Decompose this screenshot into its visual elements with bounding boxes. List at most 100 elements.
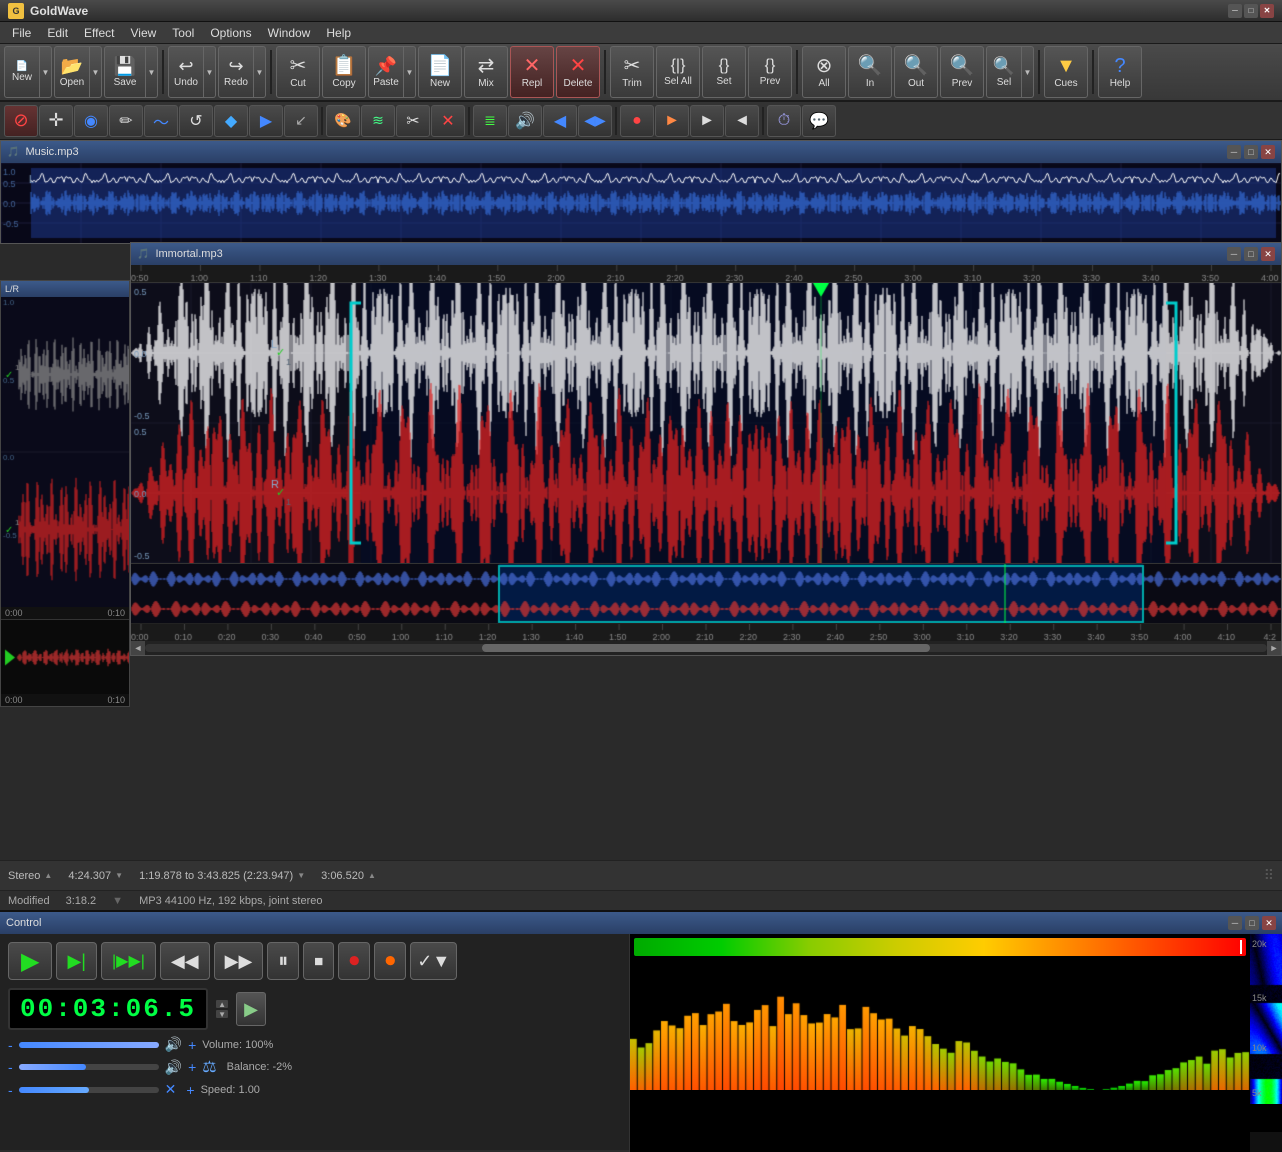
new-button[interactable]: 📄 New xyxy=(4,46,40,98)
control-close[interactable]: ✕ xyxy=(1262,916,1276,930)
sel-button[interactable]: 🔍 Sel xyxy=(986,46,1022,98)
vol-speaker[interactable]: 🔊 xyxy=(165,1036,182,1053)
vol-plus[interactable]: + xyxy=(188,1037,196,1053)
spd-minus[interactable]: - xyxy=(8,1082,13,1098)
prev2-button[interactable]: 🔍 Prev xyxy=(940,46,984,98)
open-arrow[interactable]: ▼ xyxy=(90,46,102,98)
globe-btn[interactable]: ◉ xyxy=(74,105,108,137)
pen-btn[interactable]: ✏ xyxy=(109,105,143,137)
undo-button[interactable]: ↩ Undo xyxy=(168,46,204,98)
channel-status[interactable]: Stereo ▲ xyxy=(8,870,52,882)
stop-button[interactable]: ⏹ xyxy=(303,942,334,980)
rewind-eff-btn[interactable]: ↙ xyxy=(284,105,318,137)
color-btn[interactable]: 🎨 xyxy=(326,105,360,137)
menu-effect[interactable]: Effect xyxy=(76,24,122,42)
menu-tool[interactable]: Tool xyxy=(164,24,202,42)
play-button[interactable]: ▶ xyxy=(8,942,52,980)
help-button[interactable]: ? Help xyxy=(1098,46,1142,98)
menu-edit[interactable]: Edit xyxy=(39,24,76,42)
comment-btn[interactable]: 💬 xyxy=(802,105,836,137)
selection-status[interactable]: 1:19.878 to 3:43.825 (2:23.947) ▼ xyxy=(139,870,305,882)
record-button[interactable]: ⏺ xyxy=(338,942,370,980)
punch-button[interactable]: ⏺ xyxy=(374,942,406,980)
arrow-right-btn[interactable]: ► xyxy=(690,105,724,137)
immortal-minimize[interactable]: ─ xyxy=(1227,247,1241,261)
tape-icon[interactable]: ▶ xyxy=(236,992,266,1026)
menu-file[interactable]: File xyxy=(4,24,39,42)
scroll-right[interactable]: ► xyxy=(1267,641,1281,655)
play-to-end-button[interactable]: |▶▶| xyxy=(101,942,156,980)
music-maximize[interactable]: □ xyxy=(1244,145,1258,159)
balance-slider[interactable] xyxy=(19,1064,159,1070)
spd-x[interactable]: ✕ xyxy=(165,1081,177,1098)
music-close[interactable]: ✕ xyxy=(1261,145,1275,159)
mark-button[interactable]: ✓▼ xyxy=(410,942,457,980)
new2-button[interactable]: 📄 New xyxy=(418,46,462,98)
prev-eff-btn[interactable]: ◀ xyxy=(543,105,577,137)
redo-arrow[interactable]: ▼ xyxy=(254,46,266,98)
time-down[interactable]: ▼ xyxy=(216,1010,228,1018)
wave-btn[interactable]: 〜 xyxy=(144,105,178,137)
delete-button[interactable]: ✕ Delete xyxy=(556,46,600,98)
speed-slider[interactable] xyxy=(19,1087,159,1093)
save-button[interactable]: 💾 Save xyxy=(104,46,146,98)
menu-window[interactable]: Window xyxy=(260,24,319,42)
music-minimize[interactable]: ─ xyxy=(1227,145,1241,159)
all-button[interactable]: ⊗ All xyxy=(802,46,846,98)
vol-minus[interactable]: - xyxy=(8,1037,13,1053)
clock-btn[interactable]: ⏱ xyxy=(767,105,801,137)
rewind-button[interactable]: ◀◀ xyxy=(160,942,210,980)
paste-button[interactable]: 📌 Paste xyxy=(368,46,404,98)
fast-forward-button[interactable]: ▶▶ xyxy=(214,942,264,980)
bal-minus[interactable]: - xyxy=(8,1059,13,1075)
cut-button[interactable]: ✂ Cut xyxy=(276,46,320,98)
duration-status[interactable]: 4:24.307 ▼ xyxy=(68,870,123,882)
spectrum-btn[interactable]: ≋ xyxy=(361,105,395,137)
red-circle-btn[interactable]: ● xyxy=(620,105,654,137)
play-loop-button[interactable]: ▶| xyxy=(56,942,97,980)
immortal-waveform[interactable] xyxy=(131,283,1281,563)
replace-button[interactable]: ✕ Repl xyxy=(510,46,554,98)
speaker-btn[interactable]: 🔊 xyxy=(508,105,542,137)
loop-btn[interactable]: ↺ xyxy=(179,105,213,137)
redo-button[interactable]: ↪ Redo xyxy=(218,46,254,98)
new-arrow[interactable]: ▼ xyxy=(40,46,52,98)
control-maximize[interactable]: □ xyxy=(1245,916,1259,930)
scroll-thumb[interactable] xyxy=(482,644,931,652)
immortal-maximize[interactable]: □ xyxy=(1244,247,1258,261)
cross-btn[interactable]: ✕ xyxy=(431,105,465,137)
menu-options[interactable]: Options xyxy=(202,24,259,42)
prev-button[interactable]: {} Prev xyxy=(748,46,792,98)
music-waveform[interactable] xyxy=(1,163,1281,243)
control-minimize[interactable]: ─ xyxy=(1228,916,1242,930)
left-mini-waveform[interactable] xyxy=(1,619,129,694)
minimize-btn[interactable]: ─ xyxy=(1228,4,1242,18)
set-button[interactable]: {} Set xyxy=(702,46,746,98)
pause-button[interactable]: ⏸ xyxy=(267,942,299,980)
time-up[interactable]: ▲ xyxy=(216,1000,228,1008)
immortal-scrollbar[interactable]: ◄ ► xyxy=(131,641,1281,655)
play-eff-btn[interactable]: ▶ xyxy=(249,105,283,137)
cursor-btn[interactable]: ◆ xyxy=(214,105,248,137)
close-btn[interactable]: ✕ xyxy=(1260,4,1274,18)
position-status[interactable]: 3:06.520 ▲ xyxy=(321,870,376,882)
orange-btn[interactable]: ► xyxy=(655,105,689,137)
move-btn[interactable]: ✛ xyxy=(39,105,73,137)
spd-plus[interactable]: + xyxy=(186,1082,194,1098)
immortal-close[interactable]: ✕ xyxy=(1261,247,1275,261)
copy-button[interactable]: 📋 Copy xyxy=(322,46,366,98)
zoom-out-button[interactable]: 🔍 Out xyxy=(894,46,938,98)
immortal-overview[interactable] xyxy=(131,563,1281,623)
cues-button[interactable]: ▼ Cues xyxy=(1044,46,1088,98)
paste-arrow[interactable]: ▼ xyxy=(404,46,416,98)
equalizer-btn[interactable]: ≣ xyxy=(473,105,507,137)
bal-plus[interactable]: + xyxy=(188,1059,196,1075)
save-arrow[interactable]: ▼ xyxy=(146,46,158,98)
menu-help[interactable]: Help xyxy=(318,24,359,42)
sel-arrow[interactable]: ▼ xyxy=(1022,46,1034,98)
menu-view[interactable]: View xyxy=(123,24,165,42)
maximize-btn[interactable]: □ xyxy=(1244,4,1258,18)
undo-arrow[interactable]: ▼ xyxy=(204,46,216,98)
left-panel-waveform[interactable] xyxy=(1,297,129,607)
arrow-left-btn[interactable]: ◄ xyxy=(725,105,759,137)
